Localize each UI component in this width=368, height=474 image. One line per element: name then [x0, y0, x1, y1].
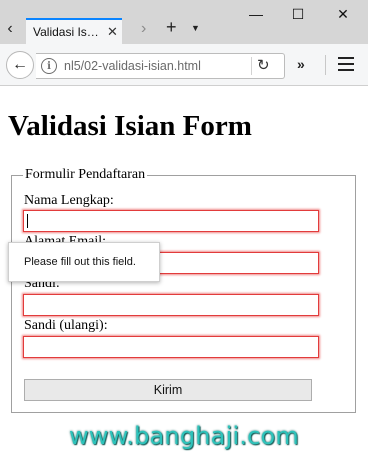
- validation-tooltip: Please fill out this field.: [8, 242, 160, 282]
- close-window-button[interactable]: ✕: [333, 6, 353, 23]
- new-tab-button[interactable]: +: [166, 17, 177, 38]
- info-icon[interactable]: i: [41, 58, 57, 74]
- text-caret: [27, 214, 28, 228]
- page-title: Validasi Isian Form: [8, 110, 252, 142]
- url-bar[interactable]: i nl5/02-validasi-isian.html ↻: [36, 53, 285, 79]
- url-separator: [251, 57, 252, 75]
- tab-list-dropdown[interactable]: ▼: [191, 23, 200, 33]
- fieldset-legend: Formulir Pendaftaran: [23, 167, 148, 183]
- password-repeat-label: Sandi (ulangi):: [24, 318, 108, 333]
- reload-icon[interactable]: ↻: [257, 56, 270, 74]
- tab-active[interactable]: Validasi Is… ✕: [26, 18, 122, 44]
- tab-bar: ‹ Validasi Is… ✕ › + ▼ — ☐ ✕: [0, 0, 368, 44]
- url-text[interactable]: nl5/02-validasi-isian.html: [64, 59, 250, 73]
- overflow-menu-button[interactable]: »: [297, 56, 305, 72]
- tab-scroll-left-button[interactable]: ‹: [0, 14, 20, 44]
- tab-title: Validasi Is…: [33, 25, 99, 39]
- tab-scroll-right-button[interactable]: ›: [141, 20, 146, 38]
- tab-close-icon[interactable]: ✕: [107, 24, 118, 40]
- password-repeat-input[interactable]: [23, 336, 319, 358]
- watermark-text: www.banghaji.com: [68, 422, 300, 450]
- maximize-button[interactable]: ☐: [288, 6, 308, 23]
- name-label: Nama Lengkap:: [24, 193, 114, 208]
- toolbar-divider: [325, 55, 326, 75]
- name-input[interactable]: [23, 210, 319, 232]
- hamburger-menu-icon[interactable]: [338, 57, 354, 71]
- minimize-button[interactable]: —: [246, 6, 266, 22]
- navigation-bar: ← i nl5/02-validasi-isian.html ↻ »: [0, 44, 368, 86]
- submit-button[interactable]: Kirim: [24, 379, 312, 401]
- back-arrow-icon[interactable]: ←: [6, 51, 34, 79]
- password-input[interactable]: [23, 294, 319, 316]
